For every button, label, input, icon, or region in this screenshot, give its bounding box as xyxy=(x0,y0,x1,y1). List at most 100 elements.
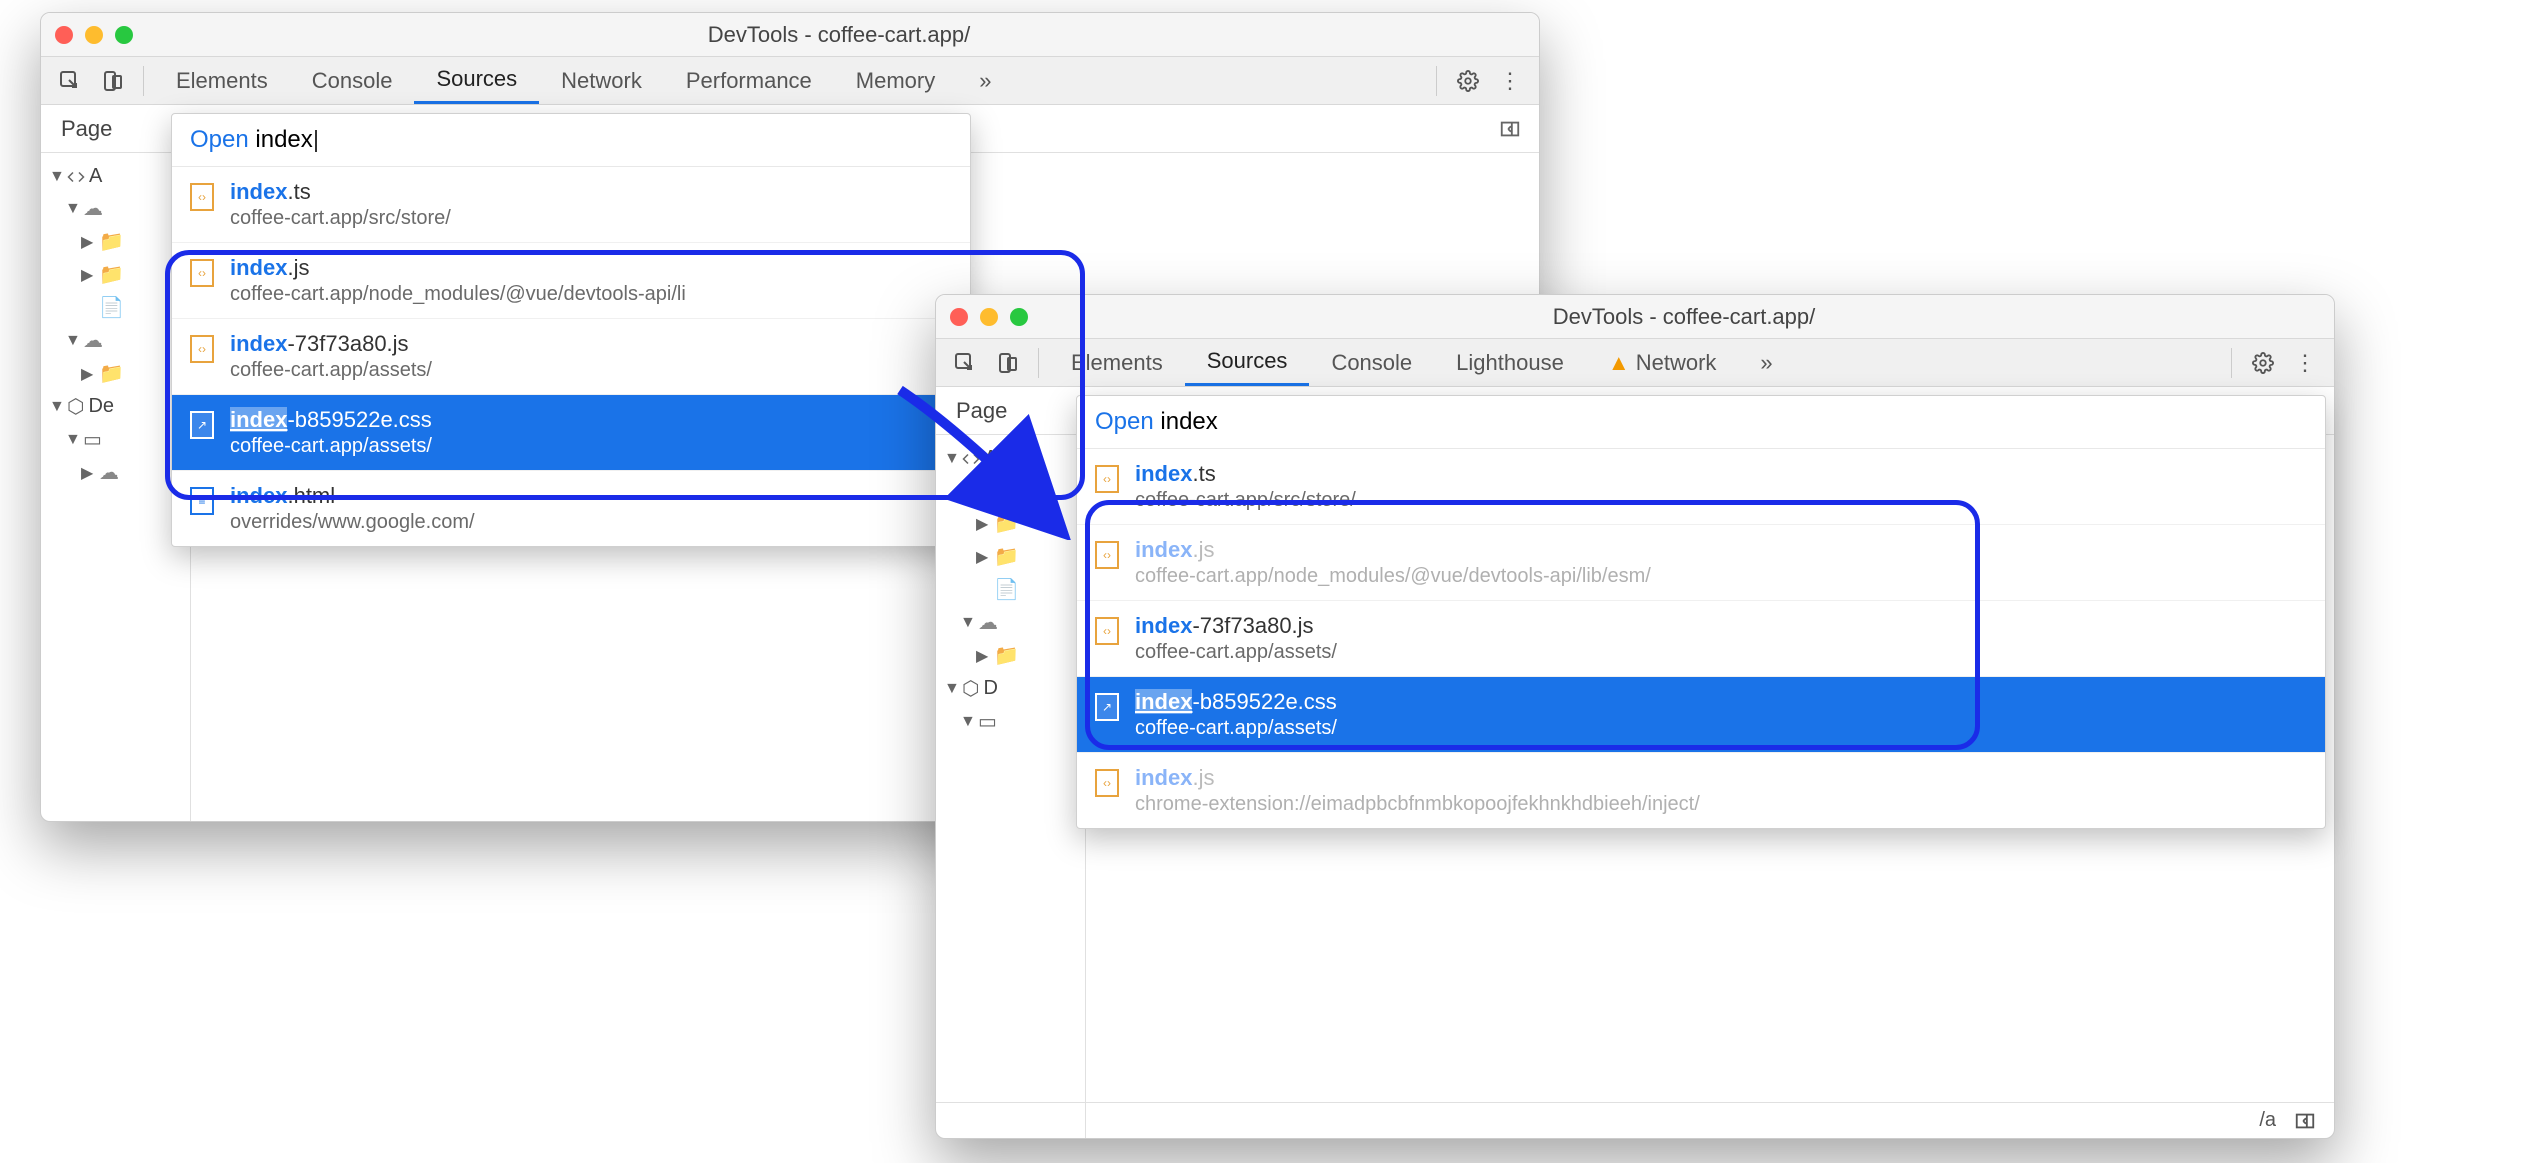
tree-cloud[interactable]: ▼☁ xyxy=(944,474,1085,507)
file-name: index.ts xyxy=(230,179,451,205)
file-path: coffee-cart.app/assets/ xyxy=(1135,641,1337,664)
traffic-lights xyxy=(950,308,1028,326)
devtools-tabs: Elements Sources Console Lighthouse ▲ Ne… xyxy=(1049,339,2221,386)
status-footer: /a xyxy=(936,1102,2334,1138)
tree-frame[interactable]: ▼▭ xyxy=(49,423,190,456)
file-name: index.js xyxy=(1135,765,1700,791)
file-tree: ▼A ▼☁ ▶📁 ▶📁 📄 ▼☁ ▶📁 ▼⬡De ▼▭ ▶☁ xyxy=(41,153,191,821)
tree-deployed[interactable]: ▼⬡De xyxy=(49,390,190,423)
devtools-window-2: DevTools - coffee-cart.app/ Elements Sou… xyxy=(935,294,2335,1139)
file-result-dimmed[interactable]: ‹› index.js coffee-cart.app/node_modules… xyxy=(1077,525,2325,601)
titlebar: DevTools - coffee-cart.app/ xyxy=(41,13,1539,57)
js-file-icon: ‹› xyxy=(190,335,214,363)
tab-performance[interactable]: Performance xyxy=(664,57,834,104)
open-file-dropdown: Open index ‹› index.ts coffee-cart.app/s… xyxy=(1076,395,2326,829)
css-file-icon: ↗ xyxy=(190,411,214,439)
file-result[interactable]: ‹› index.ts coffee-cart.app/src/store/ xyxy=(172,167,970,243)
tab-sources[interactable]: Sources xyxy=(414,57,539,104)
file-result[interactable]: ‹› index.ts coffee-cart.app/src/store/ xyxy=(1077,449,2325,525)
tree-file[interactable]: 📄 xyxy=(944,573,1085,606)
warning-icon: ▲ xyxy=(1608,350,1630,376)
css-file-icon: ↗ xyxy=(1095,693,1119,721)
tab-network[interactable]: ▲ Network xyxy=(1586,339,1739,386)
open-file-input[interactable]: Open index xyxy=(1077,396,2325,449)
tab-lighthouse[interactable]: Lighthouse xyxy=(1434,339,1586,386)
file-result[interactable]: ≡ index.html overrides/www.google.com/ xyxy=(172,471,970,546)
device-toggle-icon[interactable] xyxy=(95,64,129,98)
file-result-selected[interactable]: ↗ index-b859522e.css coffee-cart.app/ass… xyxy=(1077,677,2325,753)
file-path: coffee-cart.app/assets/ xyxy=(230,359,432,382)
tree-cloud[interactable]: ▼☁ xyxy=(944,606,1085,639)
tab-elements[interactable]: Elements xyxy=(1049,339,1185,386)
file-result[interactable]: ‹› index.js coffee-cart.app/node_modules… xyxy=(172,243,970,319)
tab-network[interactable]: Network xyxy=(539,57,664,104)
tabs-overflow-icon[interactable]: » xyxy=(1738,339,1794,386)
js-file-icon: ‹› xyxy=(1095,617,1119,645)
tree-cloud[interactable]: ▶☁ xyxy=(49,456,190,489)
file-path: coffee-cart.app/src/store/ xyxy=(230,207,451,230)
devtools-tabs: Elements Console Sources Network Perform… xyxy=(154,57,1426,104)
titlebar: DevTools - coffee-cart.app/ xyxy=(936,295,2334,339)
file-name: index-73f73a80.js xyxy=(230,331,432,357)
maximize-button[interactable] xyxy=(1010,308,1028,326)
file-path: coffee-cart.app/node_modules/@vue/devtoo… xyxy=(230,283,686,306)
window-title: DevTools - coffee-cart.app/ xyxy=(153,22,1525,48)
minimize-button[interactable] xyxy=(980,308,998,326)
tree-folder[interactable]: ▶📁 xyxy=(944,540,1085,573)
tree-folder[interactable]: ▶📁 xyxy=(944,639,1085,672)
close-button[interactable] xyxy=(950,308,968,326)
open-file-dropdown: Open index ‹› index.ts coffee-cart.app/s… xyxy=(171,113,971,547)
tree-folder[interactable]: ▶📁 xyxy=(49,225,190,258)
tree-cloud[interactable]: ▼☁ xyxy=(49,324,190,357)
tab-page[interactable]: Page xyxy=(936,398,1027,424)
maximize-button[interactable] xyxy=(115,26,133,44)
file-name: index.ts xyxy=(1135,461,1356,487)
tree-file[interactable]: 📄 xyxy=(49,291,190,324)
tab-sources[interactable]: Sources xyxy=(1185,339,1310,386)
tabs-overflow-icon[interactable]: » xyxy=(957,57,1013,104)
close-button[interactable] xyxy=(55,26,73,44)
minimize-button[interactable] xyxy=(85,26,103,44)
file-tree: ▼A ▼☁ ▶📁 ▶📁 📄 ▼☁ ▶📁 ▼⬡D ▼▭ xyxy=(936,435,1086,1138)
kebab-menu-icon[interactable]: ⋮ xyxy=(1489,68,1531,94)
tab-console[interactable]: Console xyxy=(290,57,415,104)
js-file-icon: ‹› xyxy=(190,259,214,287)
inspect-icon[interactable] xyxy=(948,346,982,380)
tab-page[interactable]: Page xyxy=(41,116,132,142)
tab-memory[interactable]: Memory xyxy=(834,57,957,104)
file-name: index-b859522e.css xyxy=(1135,689,1337,715)
main-toolbar: Elements Sources Console Lighthouse ▲ Ne… xyxy=(936,339,2334,387)
file-name: index-73f73a80.js xyxy=(1135,613,1337,639)
panel-toggle-icon[interactable] xyxy=(1481,118,1539,140)
open-file-input[interactable]: Open index xyxy=(172,114,970,167)
js-file-icon: ‹› xyxy=(1095,541,1119,569)
file-result-dimmed[interactable]: ‹› index.js chrome-extension://eimadpbcb… xyxy=(1077,753,2325,828)
tree-authored[interactable]: ▼A xyxy=(944,443,1085,474)
tree-frame[interactable]: ▼▭ xyxy=(944,705,1085,738)
panel-toggle-icon[interactable] xyxy=(2294,1110,2316,1132)
file-result[interactable]: ‹› index-73f73a80.js coffee-cart.app/ass… xyxy=(1077,601,2325,677)
tab-console[interactable]: Console xyxy=(1309,339,1434,386)
footer-path: /a xyxy=(2259,1109,2276,1132)
tree-cloud[interactable]: ▼☁ xyxy=(49,192,190,225)
inspect-icon[interactable] xyxy=(53,64,87,98)
tree-deployed[interactable]: ▼⬡D xyxy=(944,672,1085,705)
file-name: index-b859522e.css xyxy=(230,407,432,433)
main-toolbar: Elements Console Sources Network Perform… xyxy=(41,57,1539,105)
kebab-menu-icon[interactable]: ⋮ xyxy=(2284,350,2326,376)
settings-gear-icon[interactable] xyxy=(1447,70,1489,92)
html-file-icon: ≡ xyxy=(190,487,214,515)
file-result[interactable]: ‹› index-73f73a80.js coffee-cart.app/ass… xyxy=(172,319,970,395)
file-result-selected[interactable]: ↗ index-b859522e.css coffee-cart.app/ass… xyxy=(172,395,970,471)
window-title: DevTools - coffee-cart.app/ xyxy=(1048,304,2320,330)
file-path: coffee-cart.app/node_modules/@vue/devtoo… xyxy=(1135,565,1651,588)
tree-authored[interactable]: ▼A xyxy=(49,161,190,192)
tab-elements[interactable]: Elements xyxy=(154,57,290,104)
js-file-icon: ‹› xyxy=(1095,769,1119,797)
settings-gear-icon[interactable] xyxy=(2242,352,2284,374)
tree-folder[interactable]: ▶📁 xyxy=(944,507,1085,540)
file-path: chrome-extension://eimadpbcbfnmbkopoojfe… xyxy=(1135,793,1700,816)
tree-folder[interactable]: ▶📁 xyxy=(49,357,190,390)
tree-folder[interactable]: ▶📁 xyxy=(49,258,190,291)
device-toggle-icon[interactable] xyxy=(990,346,1024,380)
